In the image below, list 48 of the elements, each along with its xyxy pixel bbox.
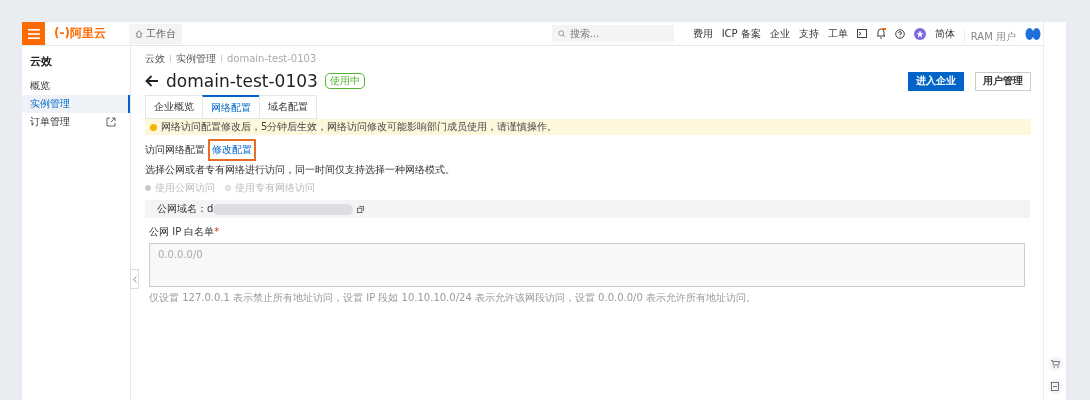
warning-text: 网络访问配置修改后，5分钟后生效，网络访问修改可能影响部门成员使用，请谨慎操作。	[161, 120, 558, 134]
sidebar-title: 云效	[29, 54, 53, 70]
warning-icon	[150, 123, 157, 131]
section-title: 访问网络配置	[145, 143, 205, 157]
breadcrumb-link[interactable]: 实例管理	[176, 51, 216, 66]
collapse-button[interactable]	[130, 269, 139, 289]
breadcrumb-link[interactable]: 云效	[145, 51, 165, 66]
whitelist-field[interactable]: 0.0.0.0/0	[149, 243, 1025, 287]
domain-label: 公网域名：d	[157, 202, 214, 216]
page-title: domain-test-0103	[166, 71, 318, 91]
workbench-link[interactable]: 工作台	[128, 23, 182, 44]
sidebar-item[interactable]: 概览	[22, 77, 130, 95]
search-icon	[557, 29, 566, 38]
home-icon	[134, 29, 143, 38]
bell-icon[interactable]	[875, 28, 886, 39]
help-text: 仅设置 127.0.0.1 表示禁止所有地址访问，设置 IP 段如 10.10.10.0/24 表示允许该网段访问，设置 0.0.0.0/0 表示允许所有地址访问。	[149, 291, 757, 305]
sidebar-item[interactable]: 订单管理	[22, 113, 130, 131]
help-icon[interactable]	[894, 28, 905, 39]
document-icon	[1051, 382, 1059, 391]
menu-button[interactable]	[22, 22, 45, 45]
nav-link[interactable]: 工单	[827, 26, 848, 41]
action-button[interactable]: 进入企业	[908, 71, 964, 91]
language-link[interactable]: 简体	[934, 26, 955, 41]
copy-icon[interactable]	[357, 205, 365, 213]
sidebar-item[interactable]: 实例管理	[22, 95, 130, 113]
section-description: 选择公网或者专有网络进行访问，同一时间仅支持选择一种网络模式。	[145, 163, 456, 177]
avatar-icon[interactable]	[1025, 26, 1041, 41]
cart-icon	[1050, 359, 1060, 368]
tab[interactable]: 域名配置	[259, 95, 317, 119]
edit-link[interactable]: 修改配置	[208, 139, 256, 161]
status-tag: 使用中	[324, 73, 365, 89]
nav-link[interactable]: 费用	[692, 26, 713, 41]
search-field[interactable]: 搜索...	[551, 25, 674, 42]
account-type: RAM 用户	[963, 29, 1016, 44]
feedback-button[interactable]	[1047, 379, 1063, 394]
terminal-icon[interactable]	[856, 29, 867, 38]
action-button[interactable]: 用户管理	[975, 71, 1031, 91]
external-link-icon	[106, 117, 116, 127]
cart-button[interactable]	[1047, 356, 1063, 371]
star-badge-icon[interactable]	[913, 27, 926, 40]
nav-link[interactable]: ICP 备案	[721, 26, 761, 41]
chevron-left-icon	[132, 275, 137, 283]
nav-link[interactable]: 支持	[798, 26, 819, 41]
field-label: 公网 IP 白名单*	[149, 225, 221, 239]
menu-icon	[27, 28, 40, 39]
back-arrow-icon[interactable]	[145, 75, 159, 87]
nav-link[interactable]: 企业	[769, 26, 790, 41]
breadcrumb-current: domain-test-0103	[227, 53, 317, 64]
